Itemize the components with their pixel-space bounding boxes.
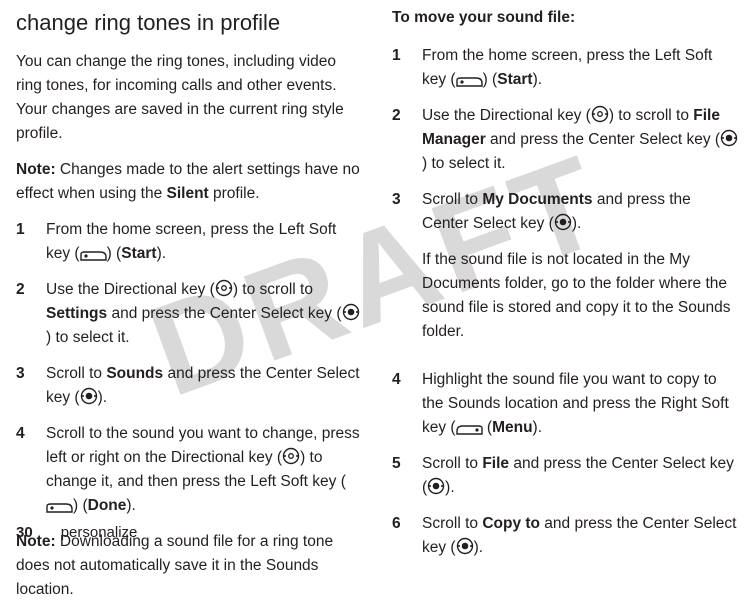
note-label: Note:: [16, 161, 56, 178]
text: ).: [533, 71, 542, 88]
text: Scroll to: [422, 455, 482, 472]
left-soft-key-icon: [80, 251, 107, 261]
text: ).: [157, 245, 166, 262]
intro-paragraph: You can change the ring tones, including…: [16, 50, 364, 146]
copy-to-label: Copy to: [482, 515, 540, 532]
text: ).: [126, 497, 135, 514]
text: ) to select it.: [422, 155, 506, 172]
text: ).: [572, 215, 581, 232]
directional-key-icon: [215, 279, 233, 297]
text: ) (: [107, 245, 122, 262]
center-select-key-icon: [554, 213, 572, 231]
note-text-end: profile.: [209, 185, 260, 202]
step-3: 3 Scroll to Sounds and press the Center …: [16, 362, 364, 410]
step-body: Scroll to Sounds and press the Center Se…: [46, 362, 364, 410]
step-number: 2: [392, 104, 408, 176]
text: ) to select it.: [46, 329, 130, 346]
step-1: 1 From the home screen, press the Left S…: [16, 218, 364, 266]
step-body: Scroll to Copy to and press the Center S…: [422, 512, 740, 560]
step-number: 2: [16, 278, 32, 350]
note-paragraph: Note: Changes made to the alert settings…: [16, 158, 364, 206]
step-2: 2 Use the Directional key ( ) to scroll t…: [392, 104, 740, 176]
text: ) (: [483, 71, 498, 88]
center-select-key-icon: [720, 129, 738, 147]
text: Use the Directional key (: [422, 107, 591, 124]
step-5: 5 Scroll to File and press the Center Se…: [392, 452, 740, 500]
text: ) to scroll to: [233, 281, 313, 298]
step-3: 3 Scroll to My Documents and press the C…: [392, 188, 740, 356]
text: ).: [98, 389, 107, 406]
silent-profile-label: Silent: [167, 185, 209, 202]
text: and press the Center Select key (: [107, 305, 341, 322]
text: ) to scroll to: [609, 107, 693, 124]
directional-key-icon: [282, 447, 300, 465]
step-body: Use the Directional key () to scroll to …: [46, 278, 364, 350]
step-body: From the home screen, press the Left Sof…: [422, 44, 740, 92]
center-select-key-icon: [80, 387, 98, 405]
step-6: 6 Scroll to Copy to and press the Center…: [392, 512, 740, 560]
step-4: 4 Scroll to the sound you want to change…: [16, 422, 364, 518]
text: (: [483, 419, 492, 436]
center-select-key-icon: [342, 303, 360, 321]
right-column: To move your sound file: 1 From the home…: [392, 6, 740, 614]
my-documents-label: My Documents: [482, 191, 592, 208]
step-number: 3: [392, 188, 408, 356]
file-label: File: [482, 455, 509, 472]
step-body: From the home screen, press the Left Sof…: [46, 218, 364, 266]
note-paragraph-2: Note: Downloading a sound file for a rin…: [16, 530, 364, 602]
step-number: 4: [392, 368, 408, 440]
step-number: 1: [16, 218, 32, 266]
text: ) (: [73, 497, 88, 514]
step-number: 6: [392, 512, 408, 560]
center-select-key-icon: [456, 537, 474, 555]
step-4: 4 Highlight the sound file you want to c…: [392, 368, 740, 440]
sounds-label: Sounds: [106, 365, 163, 382]
step-1: 1 From the home screen, press the Left S…: [392, 44, 740, 92]
page-content: change ring tones in profile You can cha…: [0, 0, 756, 614]
settings-label: Settings: [46, 305, 107, 322]
step-body: Use the Directional key () to scroll to …: [422, 104, 740, 176]
text: Scroll to: [422, 515, 482, 532]
start-label: Start: [497, 71, 532, 88]
right-soft-key-icon: [456, 425, 483, 435]
done-label: Done: [88, 497, 127, 514]
step-2: 2 Use the Directional key ( ) to scroll t…: [16, 278, 364, 350]
note-label: Note:: [16, 533, 56, 550]
text: ).: [445, 479, 454, 496]
step-number: 4: [16, 422, 32, 518]
text: ).: [474, 539, 483, 556]
step-number: 5: [392, 452, 408, 500]
left-soft-key-icon: [46, 503, 73, 513]
menu-label: Menu: [492, 419, 532, 436]
left-column: change ring tones in profile You can cha…: [16, 6, 364, 614]
text: and press the Center Select key (: [486, 131, 720, 148]
directional-key-icon: [591, 105, 609, 123]
text: ).: [533, 419, 542, 436]
subsection-heading: To move your sound file:: [392, 6, 740, 30]
text: Scroll to: [422, 191, 482, 208]
center-select-key-icon: [427, 477, 445, 495]
step-number: 1: [392, 44, 408, 92]
note-text: Downloading a sound file for a ring tone…: [16, 533, 333, 598]
step-body: Scroll to the sound you want to change, …: [46, 422, 364, 518]
text: Scroll to: [46, 365, 106, 382]
step-3-extra: If the sound file is not located in the …: [422, 248, 740, 344]
step-body: Scroll to My Documents and press the Cen…: [422, 188, 740, 356]
left-soft-key-icon: [456, 77, 483, 87]
section-heading: change ring tones in profile: [16, 6, 364, 40]
step-body: Scroll to File and press the Center Sele…: [422, 452, 740, 500]
step-body: Highlight the sound file you want to cop…: [422, 368, 740, 440]
start-label: Start: [121, 245, 156, 262]
step-number: 3: [16, 362, 32, 410]
text: Use the Directional key (: [46, 281, 215, 298]
